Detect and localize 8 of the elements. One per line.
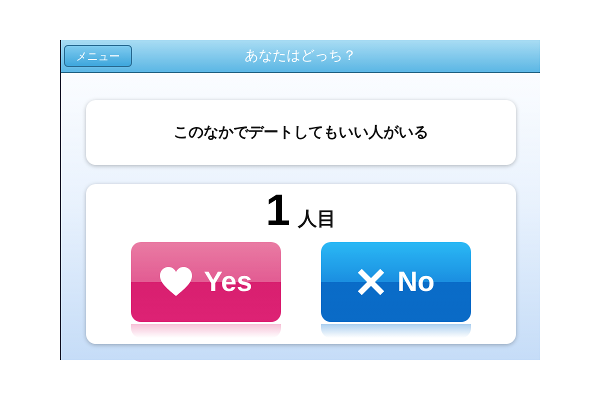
question-text: このなかでデートしてもいい人がいる [174, 123, 428, 142]
cross-icon [357, 268, 386, 296]
no-button[interactable]: No [321, 242, 471, 322]
yes-button[interactable]: Yes [131, 242, 281, 322]
screen-title: あなたはどっち？ [244, 47, 356, 65]
person-number: 1 [266, 186, 290, 236]
heart-icon [160, 267, 192, 297]
person-unit: 人目 [298, 207, 336, 232]
